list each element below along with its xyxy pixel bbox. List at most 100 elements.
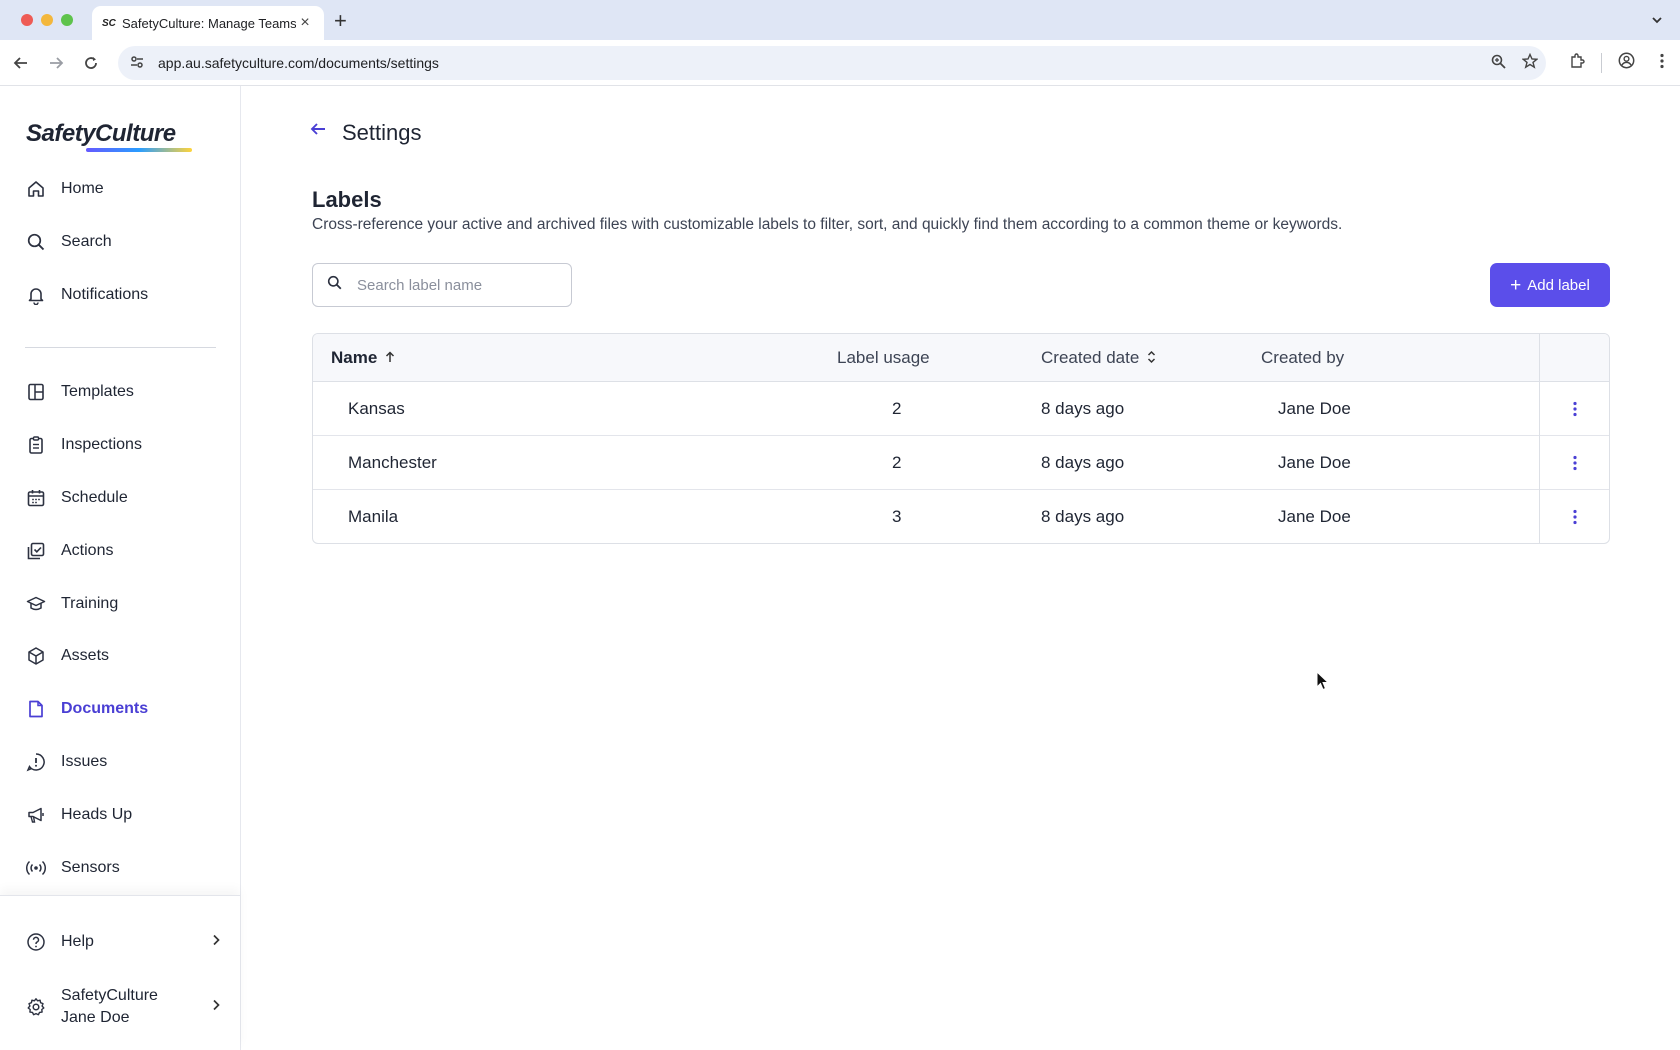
search-label-box	[312, 263, 572, 307]
label-name: Kansas	[348, 398, 405, 418]
row-more-options-icon[interactable]	[1539, 490, 1609, 543]
browser-tab-bar: SC SafetyCulture: Manage Teams × +	[0, 0, 1680, 40]
megaphone-icon	[24, 803, 48, 827]
sidebar-item-help[interactable]: Help	[24, 924, 240, 960]
sidebar-item-templates[interactable]: Templates	[24, 374, 224, 410]
back-arrow-icon[interactable]	[309, 120, 327, 143]
new-tab-icon[interactable]: +	[334, 8, 347, 34]
label-created-by: Jane Doe	[1278, 506, 1351, 526]
add-label-button[interactable]: + Add label	[1490, 263, 1610, 307]
sidebar-item-actions[interactable]: Actions	[24, 533, 224, 569]
label-created-date: 8 days ago	[1041, 506, 1125, 526]
sidebar-item-heads-up[interactable]: Heads Up	[24, 797, 224, 833]
bookmark-star-icon[interactable]	[1514, 52, 1546, 73]
sidebar-item-issues[interactable]: Issues	[24, 744, 224, 780]
templates-icon	[24, 380, 48, 404]
chevron-right-icon	[212, 998, 220, 1016]
browser-tab[interactable]: SC SafetyCulture: Manage Teams ×	[92, 6, 324, 40]
calendar-icon	[24, 486, 48, 510]
tab-search-chevron-icon[interactable]	[1646, 9, 1668, 31]
url-text: app.au.safetyculture.com/documents/setti…	[158, 55, 439, 71]
close-window-button[interactable]	[21, 14, 33, 26]
sidebar-divider	[25, 347, 216, 348]
sidebar-item-label: Training	[61, 595, 119, 612]
column-header-created-by: Created by	[1261, 334, 1344, 382]
gear-icon	[24, 995, 48, 1019]
profile-icon[interactable]	[1608, 52, 1644, 74]
checkbox-icon	[24, 539, 48, 563]
column-header-label: Created date	[1041, 348, 1140, 367]
org-name: SafetyCulture	[61, 987, 158, 1004]
page-title: Settings	[342, 120, 422, 145]
sidebar-item-documents[interactable]: Documents	[24, 691, 224, 727]
graduation-cap-icon	[24, 592, 48, 616]
sort-toggle-icon	[1147, 350, 1156, 367]
sidebar-item-label: Actions	[61, 542, 114, 559]
table-row[interactable]: Manchester 2 8 days ago Jane Doe	[313, 436, 1609, 490]
sidebar-item-training[interactable]: Training	[24, 586, 224, 622]
table-row[interactable]: Kansas 2 8 days ago Jane Doe	[313, 382, 1609, 436]
label-created-by: Jane Doe	[1278, 452, 1351, 472]
close-tab-icon[interactable]: ×	[296, 14, 314, 32]
toolbar-divider	[1601, 53, 1602, 73]
tab-title: SafetyCulture: Manage Teams	[122, 15, 296, 31]
actions-column-divider	[1539, 334, 1540, 543]
maximize-window-button[interactable]	[61, 14, 73, 26]
row-more-options-icon[interactable]	[1539, 436, 1609, 489]
forward-icon[interactable]	[43, 50, 69, 76]
row-more-options-icon[interactable]	[1539, 382, 1609, 435]
labels-heading: Labels	[312, 187, 382, 212]
sidebar-item-inspections[interactable]: Inspections	[24, 427, 224, 463]
column-header-name[interactable]: Name	[331, 334, 395, 382]
sidebar-item-label: Templates	[61, 383, 134, 400]
reload-icon[interactable]	[78, 50, 104, 76]
sidebar-item-label: Schedule	[61, 489, 128, 506]
sidebar-item-sensors[interactable]: Sensors	[24, 850, 224, 886]
address-bar[interactable]: app.au.safetyculture.com/documents/setti…	[118, 46, 1546, 80]
zoom-icon[interactable]	[1482, 54, 1514, 73]
sidebar-item-schedule[interactable]: Schedule	[24, 480, 224, 516]
column-header-usage: Label usage	[837, 334, 930, 382]
column-header-created-date[interactable]: Created date	[1041, 334, 1156, 382]
help-circle-icon	[24, 930, 48, 954]
label-created-date: 8 days ago	[1041, 452, 1125, 472]
back-icon[interactable]	[8, 50, 34, 76]
chevron-right-icon	[212, 933, 220, 951]
sidebar-item-label: Sensors	[61, 859, 120, 876]
minimize-window-button[interactable]	[41, 14, 53, 26]
search-label-input[interactable]	[357, 276, 547, 294]
site-settings-icon[interactable]	[130, 55, 150, 72]
safetyculture-logo[interactable]: SafetyCulture	[26, 120, 176, 148]
sidebar-item-label: Documents	[61, 700, 149, 717]
sidebar-item-search[interactable]: Search	[24, 224, 224, 260]
sidebar-item-label: Notifications	[61, 286, 149, 303]
labels-table: Name Label usage Created date Created by…	[312, 333, 1610, 544]
column-header-label: Created by	[1261, 348, 1345, 367]
sidebar-item-account[interactable]: SafetyCulture Jane Doe	[24, 984, 240, 1030]
add-label-text: Add label	[1527, 276, 1590, 294]
extensions-icon[interactable]	[1559, 52, 1595, 74]
label-name: Manchester	[348, 452, 437, 472]
sidebar-item-label: Assets	[61, 647, 110, 664]
table-header: Name Label usage Created date Created by	[313, 334, 1609, 382]
sidebar-item-label: Inspections	[61, 436, 142, 453]
home-icon	[24, 177, 48, 201]
table-row[interactable]: Manila 3 8 days ago Jane Doe	[313, 490, 1609, 543]
sensor-icon	[24, 856, 48, 880]
sidebar-item-label: Search	[61, 233, 112, 250]
label-usage: 2	[892, 452, 902, 472]
search-icon	[24, 230, 48, 254]
sidebar-item-assets[interactable]: Assets	[24, 638, 224, 674]
sidebar-item-label: Home	[61, 180, 104, 197]
browser-menu-icon[interactable]	[1644, 53, 1680, 74]
label-usage: 3	[892, 506, 902, 526]
document-icon	[24, 697, 48, 721]
sidebar: SafetyCulture Home Search Notifications …	[0, 86, 241, 1050]
sidebar-item-home[interactable]: Home	[24, 171, 224, 207]
sidebar-item-notifications[interactable]: Notifications	[24, 277, 224, 313]
label-usage: 2	[892, 398, 902, 418]
label-created-by: Jane Doe	[1278, 398, 1351, 418]
label-created-date: 8 days ago	[1041, 398, 1125, 418]
clipboard-icon	[24, 433, 48, 457]
main-content: Settings Labels Cross-reference your act…	[241, 86, 1680, 1050]
